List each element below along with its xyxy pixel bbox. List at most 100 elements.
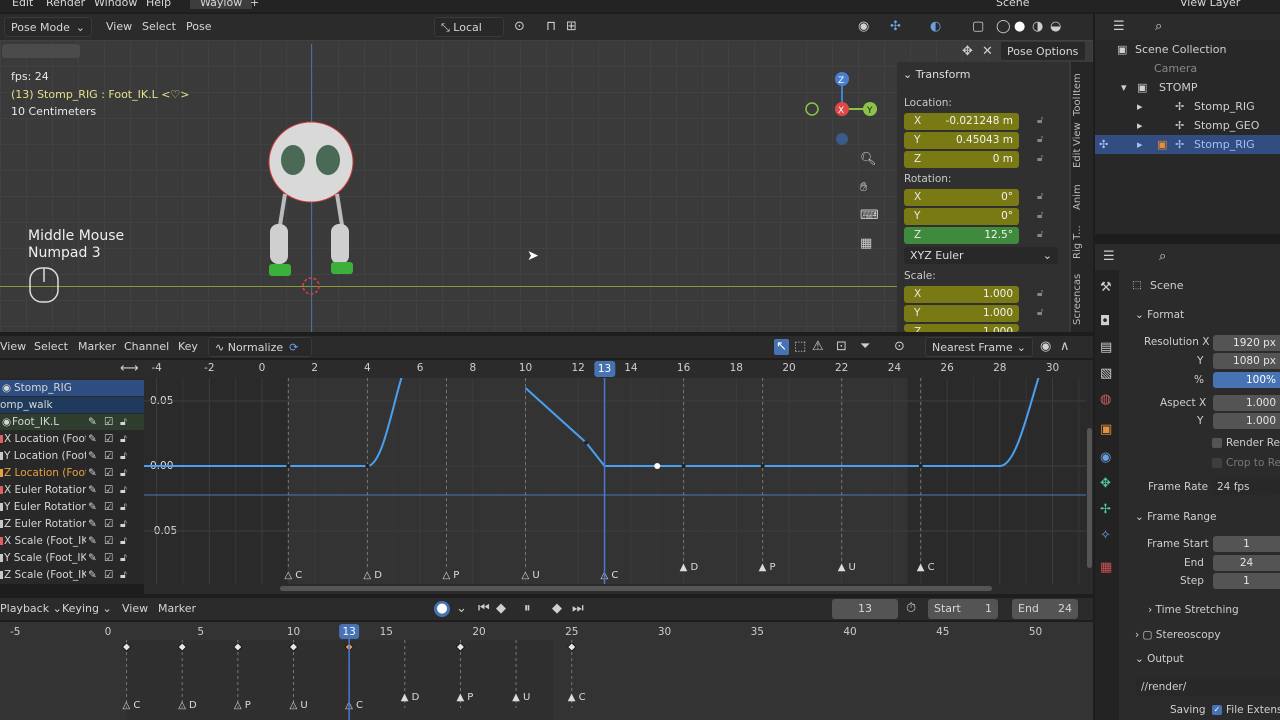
frame-rate-dropdown[interactable]: 24 fps	[1211, 479, 1280, 495]
wrench-icon[interactable]: ✎	[88, 533, 97, 549]
checkbox-icon[interactable]: ☑	[104, 516, 113, 532]
expand-icon[interactable]: ▸	[1137, 135, 1143, 154]
robot-character[interactable]	[255, 114, 375, 304]
ge-select-menu[interactable]: Select	[28, 337, 74, 357]
scene-collection-row[interactable]: ▣ Scene Collection	[1095, 40, 1280, 59]
start-frame-field[interactable]: Start 1	[928, 599, 998, 619]
lock-icon[interactable]: 🔓︎	[1037, 229, 1043, 240]
resolution-y-field[interactable]: 1080 px	[1213, 353, 1280, 369]
file-extension-checkbox[interactable]: ✓	[1212, 705, 1222, 715]
xray-icon[interactable]: ▢	[972, 19, 984, 35]
frame-end-field[interactable]: 24	[1213, 555, 1280, 571]
wrench-icon[interactable]: ✎	[88, 499, 97, 515]
material-shading-icon[interactable]: ◑	[1032, 19, 1043, 35]
marker-label[interactable]: △ D	[178, 700, 197, 711]
bone-tab-icon[interactable]: ✧	[1100, 528, 1111, 544]
lock-icon[interactable]: 🔓︎	[1037, 115, 1043, 126]
wrench-icon[interactable]: ✎	[88, 431, 97, 447]
frame-range-panel-header[interactable]: ⌄ Frame Range	[1135, 511, 1216, 523]
marker-label[interactable]: △ C	[345, 700, 363, 711]
editor-type-icon[interactable]: ☰	[1103, 249, 1115, 265]
orientation-dropdown[interactable]: ⤡ Local	[434, 17, 504, 37]
world-tab-icon[interactable]: ▣	[1100, 422, 1112, 438]
rendered-shading-icon[interactable]: ◒	[1050, 19, 1061, 35]
scale-y-field[interactable]: Y 1.000	[904, 305, 1019, 322]
frame-start-field[interactable]: 1	[1213, 536, 1280, 552]
lock-icon[interactable]: 🔓︎	[1037, 307, 1043, 318]
lock-icon[interactable]: 🔓︎	[1037, 153, 1043, 164]
marker-label[interactable]: ▲ U	[512, 692, 530, 703]
expand-icon[interactable]: ▾	[1121, 78, 1127, 97]
pivot-icon[interactable]: ⊙	[894, 339, 905, 355]
resolution-x-field[interactable]: 1920 px	[1213, 335, 1280, 351]
stereoscopy-header[interactable]: › ▢ Stereoscopy	[1135, 629, 1221, 641]
wrench-icon[interactable]: ✎	[88, 550, 97, 566]
time-stretching-header[interactable]: › Time Stretching	[1148, 604, 1239, 616]
crop-checkbox[interactable]	[1212, 458, 1222, 468]
checkbox-icon[interactable]: ☑	[104, 431, 113, 447]
marker-label[interactable]: ▲ D	[680, 562, 699, 573]
checkbox-icon[interactable]: ☑	[104, 414, 113, 430]
marker-label[interactable]: △ D	[363, 570, 382, 581]
channel-fcurve[interactable]: X Location (Foot_IK✎ ☑ 🔓︎	[0, 431, 144, 447]
filter-icon[interactable]: ⏷	[860, 339, 870, 355]
checkbox-icon[interactable]: ☑	[104, 448, 113, 464]
lock-icon[interactable]: 🔓︎	[1037, 191, 1043, 202]
tab-edit[interactable]: Edit	[1072, 149, 1090, 168]
channel-fcurve[interactable]: X Scale (Foot_IK.L)✎ ☑ 🔓︎	[0, 533, 144, 549]
checkbox-icon[interactable]: ☑	[104, 482, 113, 498]
ge-key-menu[interactable]: Key	[172, 337, 204, 357]
select-mode-buttons[interactable]	[2, 44, 80, 58]
keyframe-point[interactable]	[760, 464, 765, 468]
texture-tab-icon[interactable]: ▦	[1100, 560, 1112, 576]
output-tab-icon[interactable]: ▤	[1100, 340, 1112, 356]
marker-label[interactable]: ▲ P	[759, 562, 776, 573]
ge-channel-menu[interactable]: Channel	[118, 337, 175, 357]
channel-fcurve[interactable]: Y Euler Rotation (Fo✎ ☑ 🔓︎	[0, 499, 144, 515]
current-frame-indicator[interactable]: 13	[593, 361, 616, 377]
menu-edit[interactable]: Edit	[12, 0, 33, 9]
prev-keyframe-icon[interactable]: ◆	[496, 601, 506, 617]
end-frame-field[interactable]: End 24	[1012, 599, 1078, 619]
graph-area[interactable]: 0.05 0.00 -0.05 △ C △ D △ P △ U △ C ▲ D ▲ P ▲ U ▲ C	[144, 378, 1086, 584]
location-x-field[interactable]: X -0.021248 m	[904, 113, 1019, 130]
lock-icon[interactable]: 🔓︎	[120, 431, 127, 447]
checkbox-icon[interactable]: ☑	[104, 567, 113, 583]
marker-label[interactable]: ▲ C	[568, 692, 586, 703]
zoom-icon[interactable]: 🔍︎	[860, 152, 877, 168]
eye-icon[interactable]: ◉	[2, 380, 11, 396]
lock-icon[interactable]: 🔓︎	[120, 482, 127, 498]
collapse-icon[interactable]: ⌄	[903, 68, 916, 81]
snap-options-icon[interactable]: ⊞	[566, 19, 577, 35]
frame-step-field[interactable]: 1	[1213, 573, 1280, 589]
keyframe-point[interactable]	[286, 464, 291, 468]
scale-z-field[interactable]: Z 1.000	[904, 324, 1019, 332]
scene-selector[interactable]: Scene	[996, 0, 1030, 9]
grid-icon[interactable]: ▦	[860, 236, 872, 252]
aspect-x-field[interactable]: 1.000	[1213, 395, 1280, 411]
lock-icon[interactable]: 🔓︎	[1037, 134, 1043, 145]
tab-view[interactable]: View	[1072, 122, 1090, 146]
location-y-field[interactable]: Y 0.45043 m	[904, 132, 1019, 149]
manipulator-icon[interactable]: ✥	[962, 44, 973, 60]
jump-end-icon[interactable]: ⏭	[572, 601, 584, 617]
outliner-row-stomp[interactable]: ▾ ▣ STOMP	[1095, 78, 1280, 97]
wrench-icon[interactable]: ✎	[88, 516, 97, 532]
render-region-checkbox[interactable]	[1212, 438, 1222, 448]
visibility-icon[interactable]: ◉	[858, 19, 869, 35]
normalize-toggle[interactable]: ∿ Normalize ⟳	[208, 337, 312, 357]
lock-icon[interactable]: 🔓︎	[120, 465, 127, 481]
pose-options-dropdown[interactable]: Pose Options	[1000, 41, 1086, 61]
view-menu[interactable]: View	[100, 17, 138, 37]
checkbox-icon[interactable]: ☑	[104, 533, 113, 549]
checkbox-icon[interactable]: ☑	[104, 465, 113, 481]
wrench-icon[interactable]: ✎	[88, 448, 97, 464]
navigation-gizmo[interactable]: Z Y X	[800, 69, 885, 154]
expand-icon[interactable]: ▸	[1137, 116, 1143, 135]
expand-icon[interactable]: ▸	[1137, 97, 1143, 116]
search-icon[interactable]: ⌕	[1159, 249, 1166, 265]
keyframe-point[interactable]	[365, 464, 370, 468]
channel-fcurve[interactable]: Z Location (Foot_IK✎ ☑ 🔓︎	[0, 465, 144, 481]
marker-label[interactable]: ▲ P	[456, 692, 473, 703]
marker-label[interactable]: △ P	[234, 700, 251, 711]
